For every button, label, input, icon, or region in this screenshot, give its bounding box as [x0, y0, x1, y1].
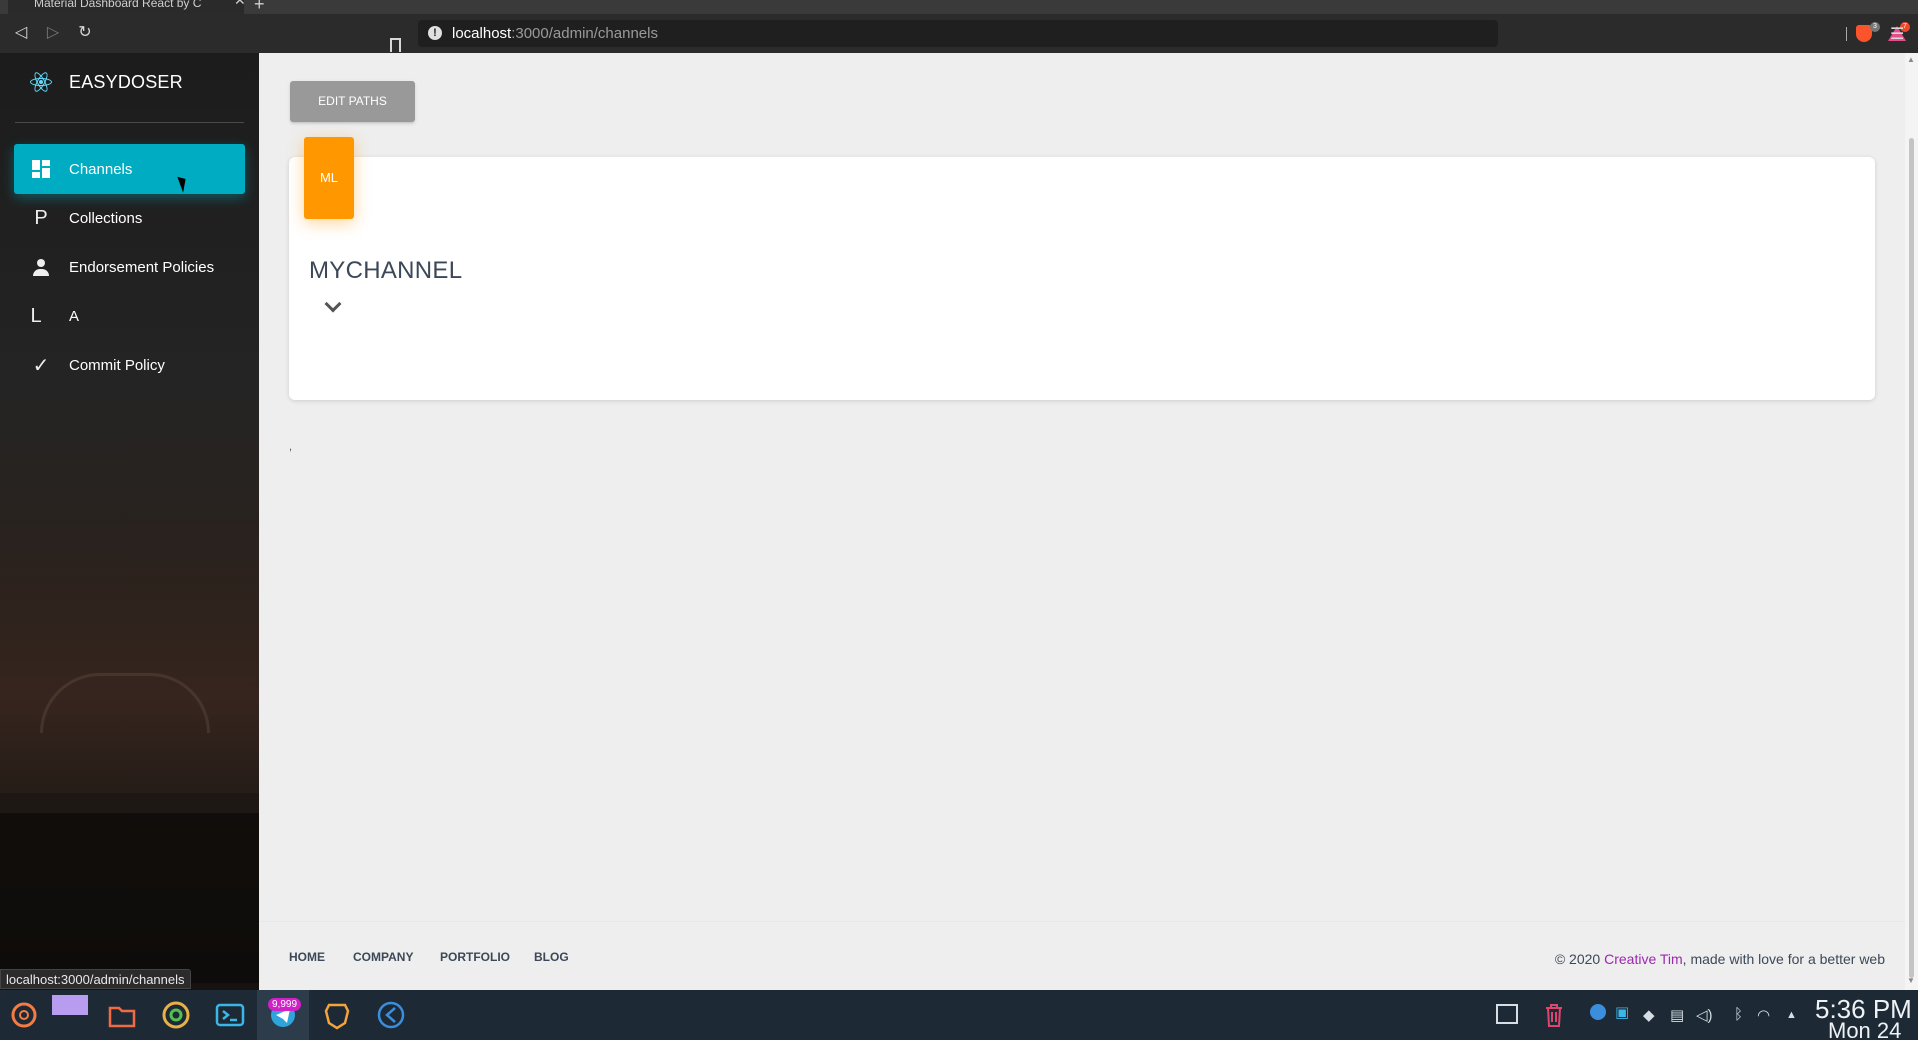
- forward-icon[interactable]: ▷: [42, 22, 64, 44]
- tray-expand-icon[interactable]: ▲: [1786, 1009, 1797, 1021]
- browser-toolbar: ◁ ▷ ↻ ! localhost:3000/admin/channels 3 …: [0, 14, 1918, 53]
- footer-copyright: © 2020 Creative Tim, made with love for …: [1555, 951, 1885, 967]
- show-desktop-icon[interactable]: [1496, 1004, 1518, 1024]
- vscode-icon[interactable]: [375, 999, 407, 1031]
- scroll-down-icon[interactable]: ▼: [1907, 976, 1915, 985]
- app-launcher-icon[interactable]: [8, 999, 40, 1031]
- bluetooth-icon[interactable]: ᛒ: [1734, 1006, 1743, 1023]
- dashboard-icon: [32, 160, 50, 178]
- sidebar-background-shade: [0, 813, 259, 983]
- sidebar-item-commit-policy[interactable]: ✓ Commit Policy: [14, 340, 245, 390]
- footer: HOME COMPANY PORTFOLIO BLOG © 2020 Creat…: [259, 921, 1905, 990]
- footer-link-home[interactable]: HOME: [289, 950, 325, 964]
- sidebar-item-label: Commit Policy: [69, 356, 165, 374]
- address-bar[interactable]: ! localhost:3000/admin/channels 3 7: [418, 20, 1910, 47]
- wifi-icon[interactable]: ◠: [1757, 1006, 1770, 1024]
- sidebar-item-a[interactable]: L A: [14, 291, 245, 341]
- clock-date[interactable]: Mon 24: [1828, 1018, 1901, 1040]
- tray-terminal-icon[interactable]: ▣: [1615, 1003, 1629, 1021]
- sidebar-item-channels[interactable]: Channels: [14, 144, 245, 194]
- tray-app-icon[interactable]: [1590, 1004, 1606, 1024]
- footer-link-blog[interactable]: BLOG: [534, 950, 569, 964]
- bookmark-icon[interactable]: [390, 38, 401, 52]
- new-tab-button[interactable]: +: [254, 0, 265, 15]
- terminal-icon[interactable]: [214, 999, 246, 1031]
- chrome-browser-icon[interactable]: [160, 999, 192, 1031]
- copyright-suffix: , made with love for a better web: [1682, 951, 1885, 967]
- chevron-down-icon[interactable]: [324, 295, 342, 313]
- footer-link-company[interactable]: COMPANY: [353, 950, 413, 964]
- url-text[interactable]: localhost:3000/admin/channels: [452, 25, 658, 42]
- tab-title: Material Dashboard React by C: [34, 0, 202, 10]
- shields-count-badge: 3: [1870, 22, 1880, 32]
- browser-tab[interactable]: Material Dashboard React by C ✕: [8, 0, 244, 14]
- sidebar-item-endorsement-policies[interactable]: Endorsement Policies: [14, 242, 245, 292]
- site-info-icon[interactable]: !: [428, 26, 442, 40]
- reload-icon[interactable]: ↻: [74, 22, 96, 44]
- trash-icon[interactable]: [1542, 1002, 1566, 1028]
- sidebar-item-label: Endorsement Policies: [69, 258, 215, 276]
- taskbar: 9,999 ▣ ◆ ▤ ◁) ᛒ ◠ ▲ 5:36 PM Mon 24: [0, 990, 1918, 1040]
- channel-title: MYCHANNEL: [309, 257, 463, 284]
- channel-badge: ML: [304, 137, 354, 219]
- url-host: localhost: [452, 25, 512, 42]
- desktop-pager-icon[interactable]: [52, 995, 88, 1015]
- brand-name: EASYDOSER: [69, 71, 183, 92]
- main-content: EDIT PATHS MYCHANNEL ML , HOME COMPANY P…: [259, 53, 1905, 990]
- sidebar-item-label: A: [69, 307, 80, 325]
- copyright-prefix: © 2020: [1554, 951, 1605, 967]
- link-status-bubble: localhost:3000/admin/channels: [0, 969, 191, 989]
- sidebar-item-label: Collections: [69, 209, 143, 227]
- url-separator: [1846, 27, 1847, 41]
- file-manager-icon[interactable]: [106, 999, 138, 1031]
- telegram-unread-badge: 9,999: [268, 998, 302, 1011]
- clipboard-icon[interactable]: ▤: [1670, 1006, 1684, 1024]
- sidebar-item-collections[interactable]: P Collections: [14, 193, 245, 243]
- letter-l-icon: L: [30, 304, 42, 327]
- scroll-thumb[interactable]: [1909, 138, 1914, 978]
- back-icon[interactable]: ◁: [10, 22, 32, 44]
- sidebar-divider: [15, 122, 244, 123]
- person-icon: [32, 258, 50, 276]
- footer-link-portfolio[interactable]: PORTFOLIO: [440, 950, 510, 964]
- channel-card: MYCHANNEL: [289, 157, 1875, 400]
- scroll-up-icon[interactable]: ▲: [1907, 55, 1915, 64]
- check-icon: ✓: [32, 354, 50, 377]
- sidebar-item-label: Channels: [69, 160, 133, 178]
- creative-tim-link[interactable]: Creative Tim: [1604, 951, 1683, 967]
- stray-text: ,: [289, 441, 293, 453]
- collections-letter-icon: P: [34, 206, 48, 229]
- react-logo-icon: [30, 70, 52, 94]
- browser-tabstrip: Material Dashboard React by C ✕ +: [0, 0, 1918, 14]
- page-scrollbar[interactable]: ▲ ▼: [1905, 53, 1918, 990]
- sidebar-brand[interactable]: EASYDOSER: [30, 70, 183, 94]
- sidebar: EASYDOSER Channels P Collections Endorse…: [0, 53, 259, 990]
- volume-icon[interactable]: ◁): [1696, 1006, 1713, 1024]
- tab-close-icon[interactable]: ✕: [234, 0, 244, 7]
- brave-browser-icon[interactable]: [321, 999, 353, 1031]
- tray-shield-icon[interactable]: ◆: [1643, 1006, 1655, 1024]
- url-path: :3000/admin/channels: [511, 25, 658, 42]
- edit-paths-button[interactable]: EDIT PATHS: [290, 81, 415, 122]
- browser-menu-icon[interactable]: ☰: [1890, 24, 1904, 44]
